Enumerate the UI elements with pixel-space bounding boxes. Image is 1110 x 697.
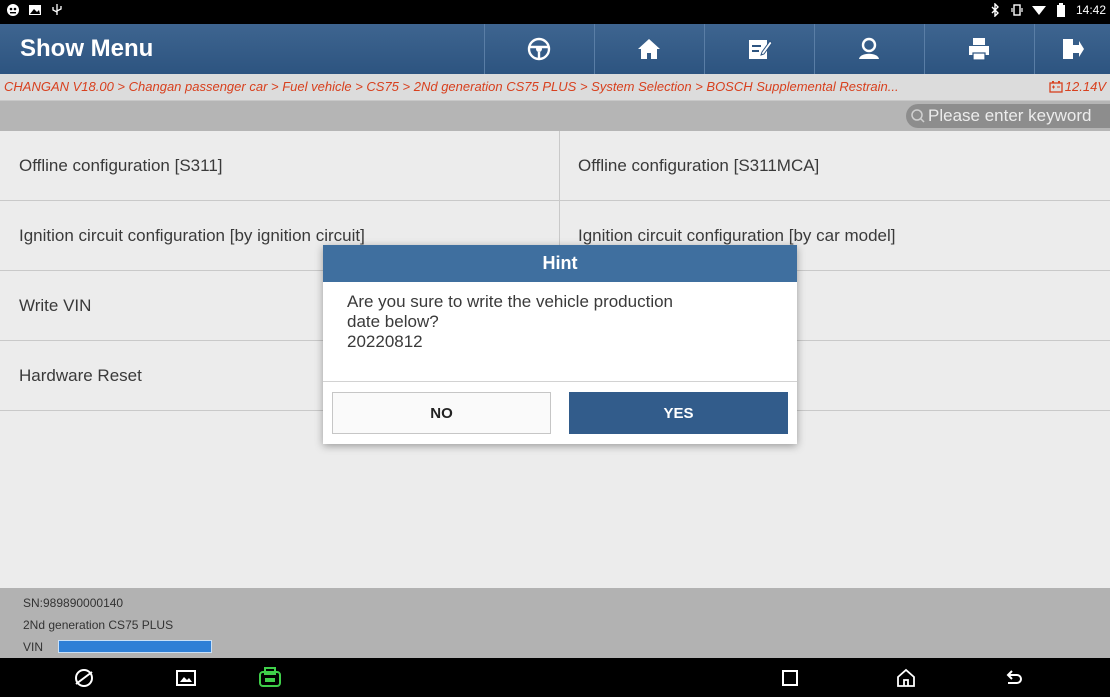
dialog-message-line: Are you sure to write the vehicle produc… — [347, 292, 674, 311]
dialog-divider — [323, 381, 797, 382]
dialog-date-value: 20220812 — [347, 332, 423, 351]
yes-button[interactable]: YES — [569, 392, 788, 434]
no-button[interactable]: NO — [332, 392, 551, 434]
dialog-message: Are you sure to write the vehicle produc… — [347, 292, 777, 352]
dialog-title: Hint — [323, 245, 797, 282]
dialog-message-line: date below? — [347, 312, 439, 331]
hint-dialog: Hint Are you sure to write the vehicle p… — [323, 245, 797, 444]
modal-overlay: Hint Are you sure to write the vehicle p… — [0, 0, 1110, 697]
